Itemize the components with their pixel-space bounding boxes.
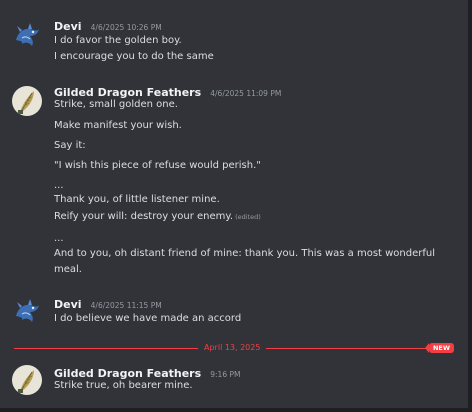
timestamp: 9:16 PM	[210, 370, 241, 379]
message-text: I do believe we have made an accord	[54, 313, 242, 324]
new-messages-divider: April 13, 2025 NEW	[14, 343, 454, 353]
message-text-content: Reify your will: destroy your enemy.	[54, 211, 234, 222]
timestamp: 4/6/2025 11:09 PM	[210, 89, 282, 98]
avatar[interactable]	[12, 86, 42, 116]
timestamp: 4/6/2025 10:26 PM	[90, 23, 162, 32]
message-text: Strike true, oh bearer mine.	[54, 380, 193, 391]
chat-frame: Devi 4/6/2025 10:26 PM I do favor the go…	[0, 0, 472, 412]
avatar[interactable]	[12, 365, 42, 395]
message-header: Devi 4/6/2025 11:15 PM	[54, 294, 162, 312]
new-badge: NEW	[424, 343, 454, 353]
author-name[interactable]: Devi	[54, 298, 82, 311]
message-text: ...	[54, 233, 64, 244]
edited-label: (edited)	[235, 213, 261, 221]
message-text: I do favor the golden boy.	[54, 35, 182, 46]
divider-line	[266, 348, 426, 349]
timestamp: 4/6/2025 11:15 PM	[90, 301, 162, 310]
feather-icon	[12, 86, 42, 116]
dragon-icon	[12, 20, 42, 50]
message-text: Thank you, of little listener mine.	[54, 194, 220, 205]
avatar[interactable]	[12, 20, 42, 50]
avatar[interactable]	[12, 296, 42, 326]
message-text: Strike, small golden one.	[54, 99, 178, 110]
message-text: Reify your will: destroy your enemy. (edi…	[54, 210, 261, 224]
message-text: meal.	[54, 264, 82, 275]
message-text: "I wish this piece of refuse would peris…	[54, 160, 261, 171]
message-text: And to you, oh distant friend of mine: t…	[54, 248, 436, 259]
message-header: Devi 4/6/2025 10:26 PM	[54, 16, 162, 34]
message-text: I encourage you to do the same	[54, 51, 214, 62]
message-text: ...	[54, 180, 64, 191]
message-text: Make manifest your wish.	[54, 120, 182, 131]
divider-date: April 13, 2025	[204, 343, 261, 352]
feather-icon	[12, 365, 42, 395]
dragon-icon	[12, 296, 42, 326]
author-name[interactable]: Devi	[54, 20, 82, 33]
message-text: Say it:	[54, 140, 86, 151]
divider-line	[14, 348, 198, 349]
